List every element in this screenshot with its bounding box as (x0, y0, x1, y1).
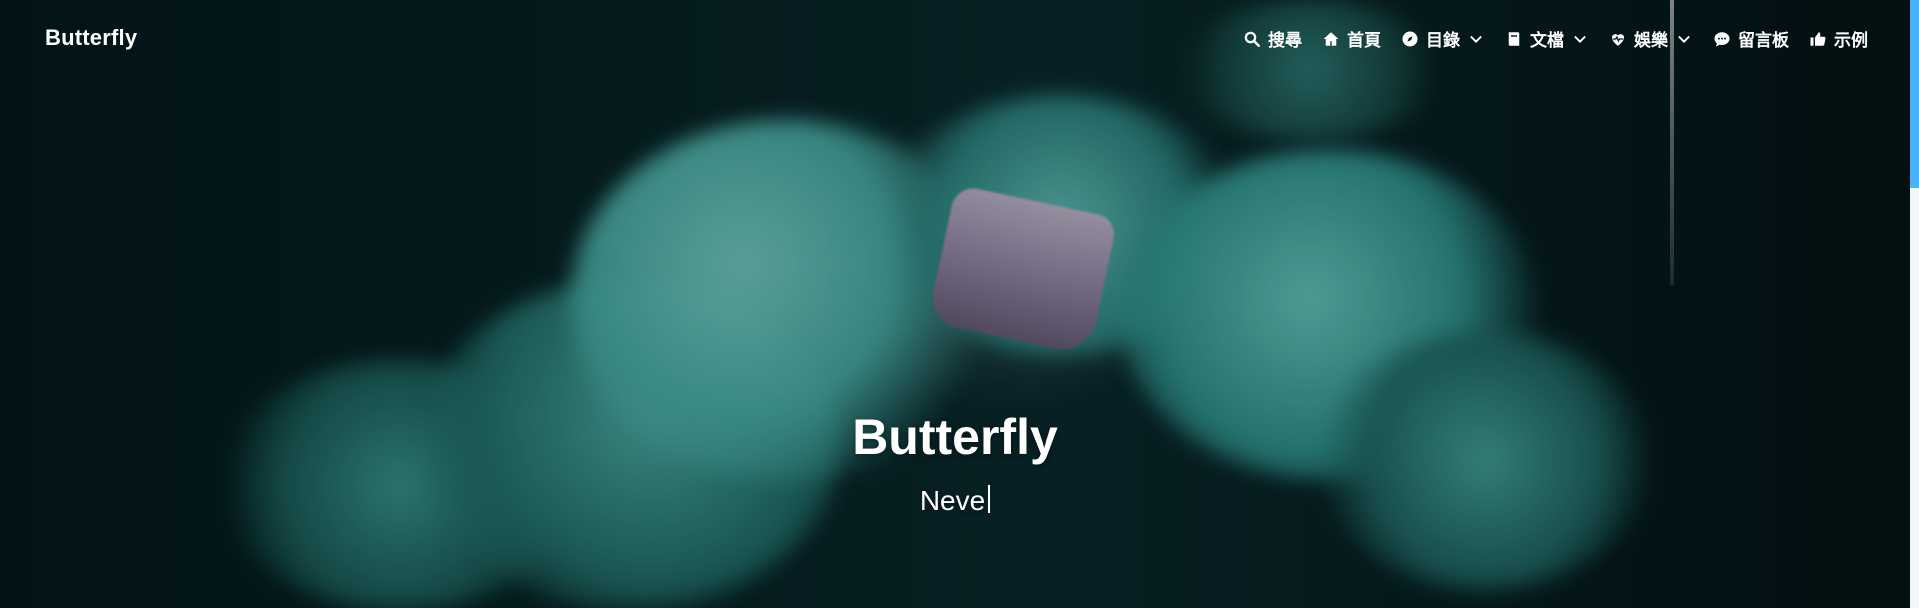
page: Butterfly 搜尋 首頁 目錄 文檔 娛樂 留言板 示例 Butterfl… (0, 0, 1919, 608)
hero-title: Butterfly (852, 409, 1058, 465)
hero-overlay (0, 0, 1910, 608)
page-scrollbar-track[interactable] (1910, 0, 1919, 608)
top-navigation: Butterfly 搜尋 首頁 目錄 文檔 娛樂 留言板 示例 (0, 0, 1910, 80)
comment-icon (1713, 30, 1731, 48)
nav-item-home[interactable]: 首頁 (1322, 26, 1381, 51)
nav-item-docs[interactable]: 文檔 (1505, 26, 1589, 51)
hero-subtitle: Neve (0, 485, 1910, 515)
book-icon (1505, 30, 1523, 48)
nav-item-search[interactable]: 搜尋 (1243, 26, 1302, 51)
nav-item-label: 首頁 (1347, 31, 1381, 51)
nav-item-label: 文檔 (1530, 31, 1564, 51)
nav-item-label: 目錄 (1426, 31, 1460, 51)
chevron-down-icon (1467, 30, 1485, 48)
site-brand-link[interactable]: Butterfly (45, 25, 137, 51)
search-icon (1243, 30, 1261, 48)
nav-item-entertainment[interactable]: 娛樂 (1609, 26, 1693, 51)
chevron-down-icon (1675, 30, 1693, 48)
typing-subtitle-text: Neve (919, 485, 986, 516)
chevron-down-icon (1571, 30, 1589, 48)
typing-caret (988, 485, 991, 513)
home-icon (1322, 30, 1340, 48)
nav-item-label: 娛樂 (1634, 31, 1668, 51)
nav-menu: 搜尋 首頁 目錄 文檔 娛樂 留言板 示例 (1243, 26, 1868, 51)
thumbs-up-icon (1809, 30, 1827, 48)
nav-item-examples[interactable]: 示例 (1809, 26, 1868, 51)
nav-item-guestbook[interactable]: 留言板 (1713, 26, 1789, 51)
nav-item-label: 搜尋 (1268, 31, 1302, 51)
nav-item-label: 留言板 (1738, 31, 1789, 51)
compass-icon (1401, 30, 1419, 48)
heartbeat-icon (1609, 30, 1627, 48)
nav-item-label: 示例 (1834, 31, 1868, 51)
page-scrollbar-thumb[interactable] (1910, 0, 1919, 188)
hero-banner: Butterfly 搜尋 首頁 目錄 文檔 娛樂 留言板 示例 Butterfl… (0, 0, 1910, 608)
nav-item-archive[interactable]: 目錄 (1401, 26, 1485, 51)
